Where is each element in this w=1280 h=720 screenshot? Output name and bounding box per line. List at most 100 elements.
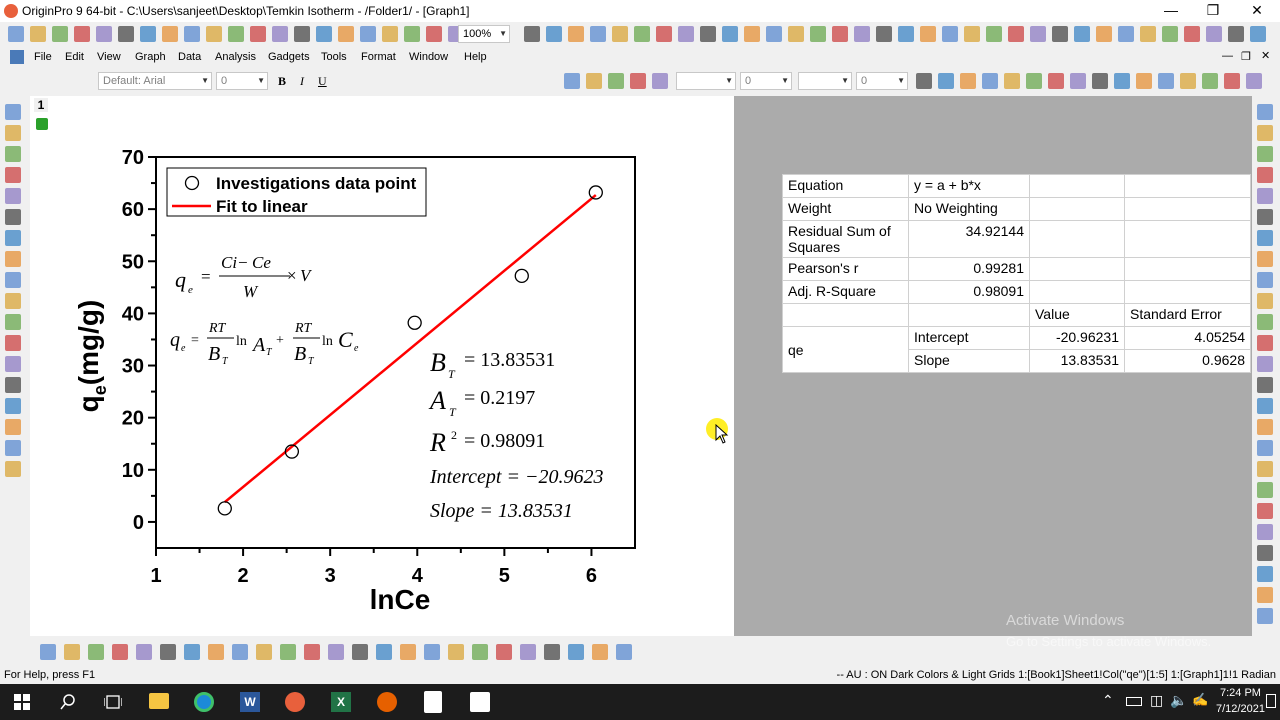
toolbar-tool-icon[interactable] — [1202, 73, 1218, 89]
toolbar-tool-icon[interactable] — [376, 644, 392, 660]
toolbar-tool-icon[interactable] — [592, 644, 608, 660]
toolbar-tool-icon[interactable] — [1096, 26, 1112, 42]
menu-format[interactable]: Format — [361, 51, 396, 63]
toolbar-tool-icon[interactable] — [1257, 503, 1273, 519]
toolbar-tool-icon[interactable] — [586, 73, 602, 89]
toolbar-tool-icon[interactable] — [1257, 608, 1273, 624]
toolbar-tool-icon[interactable] — [788, 26, 804, 42]
toolbar-tool-icon[interactable] — [52, 26, 68, 42]
mdi-close-icon[interactable]: ✕ — [1261, 49, 1270, 62]
toolbar-tool-icon[interactable] — [1257, 440, 1273, 456]
menu-analysis[interactable]: Analysis — [215, 51, 256, 63]
toolbar-tool-icon[interactable] — [854, 26, 870, 42]
line-width-combo[interactable]: 0 ▼ — [740, 72, 792, 90]
toolbar-tool-icon[interactable] — [256, 644, 272, 660]
bold-button[interactable]: B — [278, 74, 286, 89]
toolbar-tool-icon[interactable] — [568, 26, 584, 42]
toolbar-tool-icon[interactable] — [1257, 398, 1273, 414]
toolbar-tool-icon[interactable] — [1257, 209, 1273, 225]
menu-graph[interactable]: Graph — [135, 51, 166, 63]
underline-button[interactable]: U — [318, 74, 327, 89]
toolbar-tool-icon[interactable] — [1257, 125, 1273, 141]
toolbar-tool-icon[interactable] — [382, 26, 398, 42]
toolbar-tool-icon[interactable] — [1008, 26, 1024, 42]
toolbar-tool-icon[interactable] — [634, 26, 650, 42]
toolbar-tool-icon[interactable] — [206, 26, 222, 42]
toolbar-tool-icon[interactable] — [722, 26, 738, 42]
toolbar-tool-icon[interactable] — [328, 644, 344, 660]
toolbar-tool-icon[interactable] — [304, 644, 320, 660]
restore-button[interactable]: ❐ — [1190, 0, 1236, 22]
toolbar-tool-icon[interactable] — [986, 26, 1002, 42]
toolbar-tool-icon[interactable] — [88, 644, 104, 660]
data-point[interactable] — [217, 501, 232, 516]
toolbar-tool-icon[interactable] — [338, 26, 354, 42]
toolbar-tool-icon[interactable] — [1257, 461, 1273, 477]
toolbar-tool-icon[interactable] — [678, 26, 694, 42]
toolbar-tool-icon[interactable] — [1184, 26, 1200, 42]
toolbar-tool-icon[interactable] — [496, 644, 512, 660]
toolbar-tool-icon[interactable] — [1257, 335, 1273, 351]
toolbar-tool-icon[interactable] — [766, 26, 782, 42]
toolbar-tool-icon[interactable] — [136, 644, 152, 660]
toolbar-tool-icon[interactable] — [612, 26, 628, 42]
toolbar-tool-icon[interactable] — [938, 73, 954, 89]
toolbar-tool-icon[interactable] — [1224, 73, 1240, 89]
toolbar-tool-icon[interactable] — [64, 644, 80, 660]
toolbar-tool-icon[interactable] — [832, 26, 848, 42]
toolbar-tool-icon[interactable] — [920, 26, 936, 42]
toolbar-tool-icon[interactable] — [184, 26, 200, 42]
toolbar-tool-icon[interactable] — [1180, 73, 1196, 89]
file-explorer-icon[interactable] — [149, 693, 169, 709]
toolbar-tool-icon[interactable] — [294, 26, 310, 42]
menu-window[interactable]: Window — [409, 51, 448, 63]
excel-icon[interactable]: X — [331, 692, 351, 712]
toolbar-tool-icon[interactable] — [208, 644, 224, 660]
clock-date[interactable]: 7/12/2021 — [1216, 703, 1265, 715]
toolbar-tool-icon[interactable] — [564, 73, 580, 89]
toolbar-tool-icon[interactable] — [1257, 251, 1273, 267]
word-icon[interactable]: W — [240, 692, 260, 712]
mdi-restore-icon[interactable]: ❐ — [1241, 50, 1251, 63]
data-point[interactable] — [514, 268, 529, 284]
toolbar-tool-icon[interactable] — [1048, 73, 1064, 89]
font-combo[interactable]: Default: Arial ▼ — [98, 72, 212, 90]
toolbar-tool-icon[interactable] — [1257, 482, 1273, 498]
toolbar-tool-icon[interactable] — [964, 26, 980, 42]
line-style-combo[interactable]: ▼ — [676, 72, 736, 90]
toolbar-tool-icon[interactable] — [960, 73, 976, 89]
toolbar-tool-icon[interactable] — [1257, 524, 1273, 540]
toolbar-tool-icon[interactable] — [160, 644, 176, 660]
toolbar-tool-icon[interactable] — [1257, 356, 1273, 372]
toolbar-tool-icon[interactable] — [1114, 73, 1130, 89]
toolbar-tool-icon[interactable] — [1052, 26, 1068, 42]
toolbar-tool-icon[interactable] — [250, 26, 266, 42]
toolbar-tool-icon[interactable] — [1030, 26, 1046, 42]
close-button[interactable]: ✕ — [1234, 0, 1280, 22]
tray-chevron-icon[interactable]: ⌃ — [1102, 692, 1114, 709]
toolbar-tool-icon[interactable] — [630, 73, 646, 89]
search-icon[interactable] — [60, 694, 76, 710]
toolbar-tool-icon[interactable] — [8, 26, 24, 42]
toolbar-tool-icon[interactable] — [352, 644, 368, 660]
zoom-combo[interactable]: 100% ▼ — [458, 25, 510, 43]
toolbar-tool-icon[interactable] — [162, 26, 178, 42]
toolbar-tool-icon[interactable] — [1158, 73, 1174, 89]
notifications-icon[interactable] — [1266, 694, 1276, 708]
toolbar-tool-icon[interactable] — [1257, 230, 1273, 246]
toolbar-tool-icon[interactable] — [424, 644, 440, 660]
toolbar-tool-icon[interactable] — [544, 644, 560, 660]
toolbar-tool-icon[interactable] — [1074, 26, 1090, 42]
minimize-button[interactable]: — — [1148, 0, 1194, 22]
toolbar-tool-icon[interactable] — [228, 26, 244, 42]
toolbar-tool-icon[interactable] — [898, 26, 914, 42]
toolbar-tool-icon[interactable] — [1257, 587, 1273, 603]
toolbar-tool-icon[interactable] — [1257, 272, 1273, 288]
toolbar-tool-icon[interactable] — [1257, 545, 1273, 561]
toolbar-tool-icon[interactable] — [1004, 73, 1020, 89]
toolbar-tool-icon[interactable] — [1257, 314, 1273, 330]
toolbar-tool-icon[interactable] — [232, 644, 248, 660]
toolbar-tool-icon[interactable] — [1070, 73, 1086, 89]
toolbar-tool-icon[interactable] — [1257, 167, 1273, 183]
toolbar-tool-icon[interactable] — [1118, 26, 1134, 42]
